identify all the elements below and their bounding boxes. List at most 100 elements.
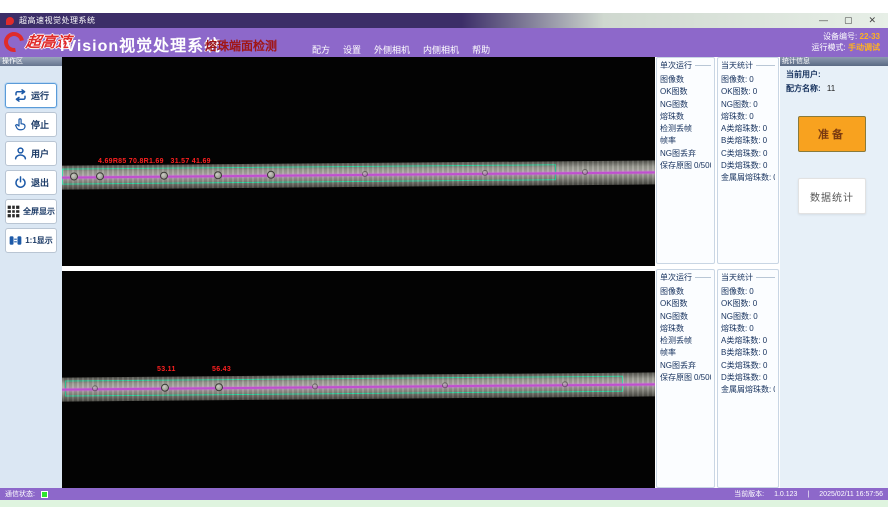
seam-line-overlay xyxy=(62,171,655,178)
bead-marker xyxy=(215,383,223,391)
bead-marker xyxy=(442,382,448,388)
restore-icon[interactable]: ▢ xyxy=(844,16,853,25)
bead-marker xyxy=(70,172,78,180)
measurement-annotation: 4.69R85 70.8R1.69 31.57 41.69 xyxy=(98,158,211,165)
single-run-stats-bottom: 单次运行 图像数 OK图数 NG图数 熔珠数 检测丢帧 帧率 NG图丢弃 保存原… xyxy=(656,269,715,488)
stat-row: D类熔珠数:0 xyxy=(721,372,775,384)
measurement-annotation: 53.11 xyxy=(157,366,176,373)
menu-inner-camera[interactable]: 内侧相机 xyxy=(423,43,459,56)
single-run-stats-top: 单次运行 图像数 OK图数 NG图数 熔珠数 检测丢帧 帧率 NG图丢弃 保存原… xyxy=(656,57,715,264)
today-stats-top: 当天统计 图像数:0 OK图数:0 NG图数:0 熔珠数:0 A类熔珠数:0 B… xyxy=(717,57,779,264)
stat-row: 保存原图0/500 xyxy=(660,372,711,384)
stat-row: C类熔珠数:0 xyxy=(721,148,775,160)
bead-marker xyxy=(160,172,168,180)
bead-marker xyxy=(582,169,588,175)
stat-row: 熔珠数:0 xyxy=(721,323,775,335)
run-button-label: 运行 xyxy=(31,89,49,102)
bead-marker xyxy=(96,172,104,180)
menu-outer-camera[interactable]: 外侧相机 xyxy=(374,43,410,56)
current-user-label: 当前用户: xyxy=(786,70,821,79)
menu-settings[interactable]: 设置 xyxy=(343,43,361,56)
group-title: 当天统计 xyxy=(721,272,775,283)
stat-row: 金属屑熔珠数:0 xyxy=(721,172,775,184)
group-title: 单次运行 xyxy=(660,272,711,283)
version-value: 1.0.123 xyxy=(774,491,797,498)
stat-row: A类熔珠数:0 xyxy=(721,123,775,135)
stat-row: OK图数 xyxy=(660,86,711,98)
weld-seam-image xyxy=(62,372,655,401)
exit-button-label: 退出 xyxy=(31,176,49,189)
stat-row: NG图数:0 xyxy=(721,99,775,111)
stat-row: NG图数 xyxy=(660,99,711,111)
page-title: IVision视觉处理系统 xyxy=(60,32,221,56)
datetime-value: 2025/02/11 16:57:56 xyxy=(819,491,883,498)
stat-row: 熔珠数 xyxy=(660,323,711,335)
device-id-label: 设备编号: xyxy=(823,32,857,41)
measurement-annotation: 56.43 xyxy=(212,366,231,373)
outer-camera-view: 4.69R85 70.8R1.69 31.57 41.69 xyxy=(62,57,655,266)
status-bar: 通信状态: 当前版本: 1.0.123 | 2025/02/11 16:57:5… xyxy=(0,488,888,500)
comm-status-indicator xyxy=(41,491,48,498)
user-button-label: 用户 xyxy=(31,147,49,160)
stat-row: NG图丢弃 xyxy=(660,148,711,160)
one-to-one-button-label: 1:1显示 xyxy=(25,235,53,246)
stat-row: 保存原图0/500 xyxy=(660,160,711,172)
stat-row: A类熔珠数:0 xyxy=(721,335,775,347)
titlebar: 超高速视觉处理系统 — ▢ ✕ xyxy=(0,13,888,28)
bead-marker xyxy=(482,170,488,176)
version-label: 当前版本: xyxy=(734,489,764,499)
menu-recipe[interactable]: 配方 xyxy=(312,43,330,56)
comm-status-label: 通信状态: xyxy=(5,489,35,499)
window-title: 超高速视觉处理系统 xyxy=(19,15,96,26)
stat-row: 帧率 xyxy=(660,347,711,359)
minimize-icon[interactable]: — xyxy=(819,16,828,25)
current-user-row: 当前用户: xyxy=(780,66,888,80)
user-icon xyxy=(13,146,28,161)
application-window: 超高速视觉处理系统 — ▢ ✕ 超高速 IVision视觉处理系统 熔珠端面检测… xyxy=(0,0,888,522)
one-to-one-button[interactable]: 1:1显示 xyxy=(5,228,57,253)
stop-button[interactable]: 停止 xyxy=(5,112,57,137)
menubar: 配方 设置 外侧相机 内侧相机 帮助 xyxy=(312,43,490,56)
prepare-button[interactable]: 准备 xyxy=(798,116,866,152)
user-button[interactable]: 用户 xyxy=(5,141,57,166)
data-statistics-button[interactable]: 数据统计 xyxy=(798,178,866,214)
stat-row: 图像数 xyxy=(660,74,711,86)
stat-row: NG图数:0 xyxy=(721,311,775,323)
stat-row: 检测丢帧 xyxy=(660,123,711,135)
run-mode-value: 手动调试 xyxy=(848,43,880,52)
menu-help[interactable]: 帮助 xyxy=(472,43,490,56)
device-info: 设备编号: 22-33 运行模式: 手动调试 xyxy=(812,31,880,53)
power-icon xyxy=(13,175,28,190)
bead-marker xyxy=(214,171,222,179)
stat-row: 熔珠数 xyxy=(660,111,711,123)
today-stats-bottom: 当天统计 图像数:0 OK图数:0 NG图数:0 熔珠数:0 A类熔珠数:0 B… xyxy=(717,269,779,488)
stat-row: 帧率 xyxy=(660,135,711,147)
app-icon xyxy=(6,17,14,25)
run-mode-label: 运行模式: xyxy=(812,43,846,52)
close-icon[interactable]: ✕ xyxy=(868,16,876,25)
bead-marker xyxy=(92,385,98,391)
info-panel-title: 统计信息 xyxy=(780,57,888,66)
one-to-one-icon xyxy=(9,234,22,247)
recipe-name-value: 11 xyxy=(827,84,835,93)
group-title: 单次运行 xyxy=(660,60,711,71)
run-cycle-icon xyxy=(13,88,28,103)
fullscreen-button[interactable]: 全屏显示 xyxy=(5,199,57,224)
group-title: 当天统计 xyxy=(721,60,775,71)
statistics-info-panel: 统计信息 当前用户: 配方名称: 11 准备 数据统计 xyxy=(780,57,888,488)
device-id-value: 22-33 xyxy=(860,32,880,41)
stat-row: OK图数:0 xyxy=(721,86,775,98)
stat-row: 检测丢帧 xyxy=(660,335,711,347)
statusbar-separator: | xyxy=(807,491,809,498)
run-button[interactable]: 运行 xyxy=(5,83,57,108)
inspection-subtitle: 熔珠端面检测 xyxy=(205,37,277,54)
app-header: 超高速 IVision视觉处理系统 熔珠端面检测 配方 设置 外侧相机 内侧相机… xyxy=(0,28,888,57)
exit-button[interactable]: 退出 xyxy=(5,170,57,195)
fullscreen-button-label: 全屏显示 xyxy=(23,206,55,217)
stat-row: B类熔珠数:0 xyxy=(721,347,775,359)
stat-row: D类熔珠数:0 xyxy=(721,160,775,172)
bead-marker xyxy=(562,381,568,387)
stat-row: OK图数 xyxy=(660,298,711,310)
bead-marker xyxy=(312,383,318,389)
bead-marker xyxy=(362,171,368,177)
